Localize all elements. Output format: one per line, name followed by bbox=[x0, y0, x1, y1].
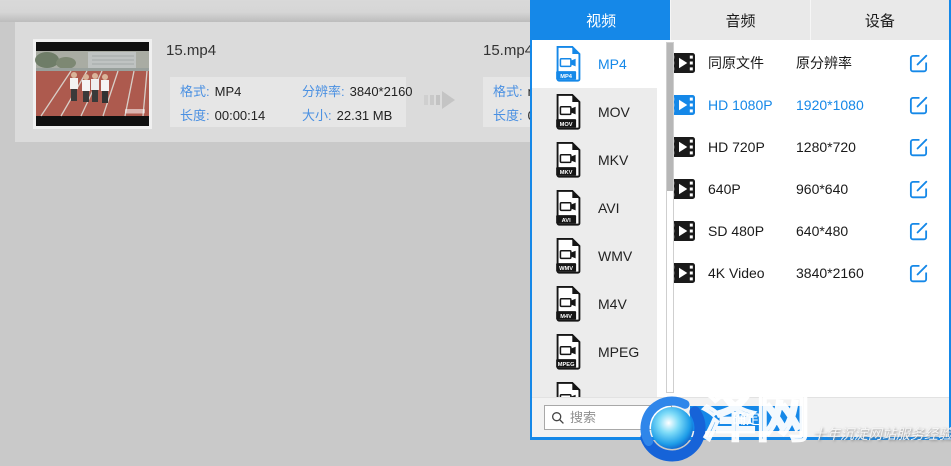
format-item-mp4[interactable]: MP4 MP4 bbox=[532, 40, 657, 88]
confirm-button[interactable]: 确定 bbox=[690, 406, 802, 431]
format-label: MKV bbox=[598, 152, 628, 168]
quality-row-4k-video[interactable]: 4K Video 3840*2160 bbox=[657, 252, 949, 294]
quality-resolution: 1920*1080 bbox=[796, 97, 908, 113]
source-file-title: 15.mp4 bbox=[166, 42, 216, 59]
info-label: 格式: bbox=[493, 84, 523, 99]
info-value: MP4 bbox=[215, 84, 242, 99]
edit-icon[interactable] bbox=[908, 53, 929, 74]
quality-row-hd-1080p[interactable]: HD 1080P 1920*1080 bbox=[657, 84, 949, 126]
quality-resolution: 960*640 bbox=[796, 181, 908, 197]
quality-resolution: 原分辨率 bbox=[796, 53, 908, 73]
info-label: 长度: bbox=[493, 108, 523, 123]
info-value: 3840*2160 bbox=[350, 84, 413, 99]
quality-name: 4K Video bbox=[708, 265, 796, 281]
quality-row-同原文件[interactable]: 同原文件 原分辨率 bbox=[657, 42, 949, 84]
format-label: M4V bbox=[598, 296, 627, 312]
search-box[interactable] bbox=[544, 405, 672, 430]
video-file-icon: MKV bbox=[554, 141, 583, 179]
video-file-icon: AVI bbox=[554, 189, 583, 227]
svg-text:MKV: MKV bbox=[560, 170, 573, 176]
quality-name: 同原文件 bbox=[708, 53, 796, 73]
target-file-title: 15.mp4 bbox=[483, 42, 533, 59]
svg-text:MOV: MOV bbox=[560, 122, 573, 128]
format-item-mkv[interactable]: MKV MKV bbox=[532, 136, 657, 184]
svg-text:AVI: AVI bbox=[562, 218, 571, 224]
quality-list: 同原文件 原分辨率 HD 1080P 1920*1080 bbox=[657, 40, 949, 397]
quality-resolution: 640*480 bbox=[796, 223, 908, 239]
format-label: WMV bbox=[598, 248, 632, 264]
convert-arrow-icon bbox=[424, 89, 460, 111]
quality-name: SD 480P bbox=[708, 223, 796, 239]
video-file-icon: WMV bbox=[554, 237, 583, 275]
panel-bottom-bar: 确定 bbox=[532, 397, 949, 437]
format-item-avi[interactable]: AVI AVI bbox=[532, 184, 657, 232]
format-item-wmv[interactable]: WMV WMV bbox=[532, 232, 657, 280]
svg-text:WMV: WMV bbox=[559, 266, 573, 272]
search-input[interactable] bbox=[570, 410, 665, 425]
edit-icon[interactable] bbox=[908, 95, 929, 116]
format-picker-panel: 视频 音频 设备 MP4 MP4 MO bbox=[530, 0, 951, 440]
tab-video[interactable]: 视频 bbox=[532, 0, 670, 40]
quality-resolution: 1280*720 bbox=[796, 139, 908, 155]
format-label: MP4 bbox=[598, 56, 627, 72]
info-label: 格式: bbox=[180, 84, 210, 99]
quality-resolution: 3840*2160 bbox=[796, 265, 908, 281]
video-file-icon bbox=[554, 381, 583, 397]
format-item-mov[interactable]: MOV MOV bbox=[532, 88, 657, 136]
format-list-scrollbar[interactable] bbox=[666, 42, 674, 393]
video-file-icon: MP4 bbox=[554, 45, 583, 83]
format-item-mpeg[interactable]: MPEG MPEG bbox=[532, 328, 657, 376]
edit-icon[interactable] bbox=[908, 179, 929, 200]
quality-row-sd-480p[interactable]: SD 480P 640*480 bbox=[657, 210, 949, 252]
svg-text:MPEG: MPEG bbox=[558, 362, 575, 368]
svg-text:M4V: M4V bbox=[560, 314, 572, 320]
quality-name: 640P bbox=[708, 181, 796, 197]
info-value: 00:00:14 bbox=[215, 108, 266, 123]
format-list: MP4 MP4 MOV MOV MKV bbox=[532, 40, 657, 397]
edit-icon[interactable] bbox=[908, 137, 929, 158]
edit-icon[interactable] bbox=[908, 263, 929, 284]
info-label: 长度: bbox=[180, 108, 210, 123]
info-label: 大小: bbox=[302, 108, 332, 123]
tab-device[interactable]: 设备 bbox=[810, 0, 949, 40]
video-thumbnail bbox=[33, 39, 152, 129]
quality-row-640p[interactable]: 640P 960*640 bbox=[657, 168, 949, 210]
tab-audio[interactable]: 音频 bbox=[670, 0, 809, 40]
info-value: 22.31 MB bbox=[337, 108, 393, 123]
format-label: MPEG bbox=[598, 344, 639, 360]
format-item-m4v[interactable]: M4V M4V bbox=[532, 280, 657, 328]
format-label: MOV bbox=[598, 104, 630, 120]
format-label: AVI bbox=[598, 200, 620, 216]
search-icon bbox=[551, 411, 565, 425]
quality-name: HD 720P bbox=[708, 139, 796, 155]
video-file-icon: MOV bbox=[554, 93, 583, 131]
format-item-7[interactable] bbox=[532, 376, 657, 397]
quality-name: HD 1080P bbox=[708, 97, 796, 113]
quality-row-hd-720p[interactable]: HD 720P 1280*720 bbox=[657, 126, 949, 168]
panel-tabs: 视频 音频 设备 bbox=[532, 0, 949, 40]
source-file-info: 格式:MP4 分辨率:3840*2160 长度:00:00:14 大小:22.3… bbox=[170, 77, 406, 127]
info-label: 分辨率: bbox=[302, 84, 345, 99]
scrollbar-thumb[interactable] bbox=[667, 43, 673, 191]
svg-text:MP4: MP4 bbox=[560, 74, 573, 80]
edit-icon[interactable] bbox=[908, 221, 929, 242]
video-file-icon: M4V bbox=[554, 285, 583, 323]
video-file-icon: MPEG bbox=[554, 333, 583, 371]
